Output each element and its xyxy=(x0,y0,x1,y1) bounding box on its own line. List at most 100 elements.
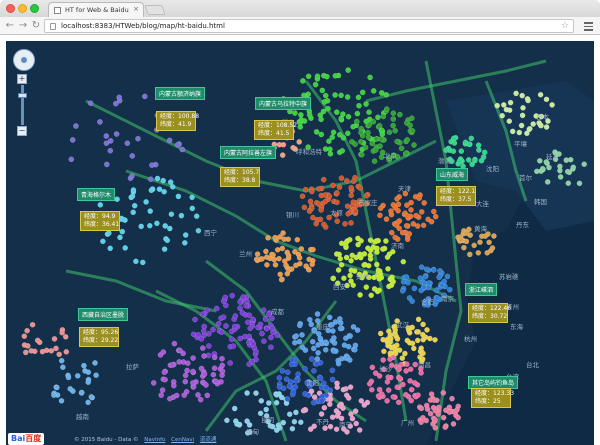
zoom-control: + − xyxy=(17,74,27,138)
station-dot xyxy=(203,382,209,388)
station-dot xyxy=(410,345,417,352)
close-window-button[interactable] xyxy=(6,4,15,13)
map-place-name: 广州 xyxy=(401,419,414,427)
station-dot xyxy=(299,332,305,338)
station-dot xyxy=(97,119,103,125)
coordinate-label: 经度： xyxy=(472,305,491,312)
station-dot xyxy=(381,348,387,355)
station-dot xyxy=(313,129,320,135)
baidu-map[interactable]: 渤海黄海东海苏岩礁韩国首尔平壤日本不丹缅甸越南台湾台北济州呼和浩特北京天津太原石… xyxy=(6,41,594,445)
station-dot xyxy=(162,376,168,383)
station-dot xyxy=(269,315,275,322)
station-dot xyxy=(169,362,176,368)
station-dot xyxy=(150,380,157,386)
station-dot xyxy=(372,370,379,376)
region-label[interactable]: 西藏自治区墨脱 xyxy=(78,308,129,321)
station-dot xyxy=(309,188,315,195)
region-label[interactable]: 内蒙古额济纳旗 xyxy=(155,87,206,100)
address-bar[interactable]: localhost:8383/HTWeb/blog/map/ht-baidu.h… xyxy=(44,19,574,33)
station-dot xyxy=(427,410,434,417)
station-dot xyxy=(28,347,35,354)
bookmark-star-icon[interactable]: ☆ xyxy=(561,20,569,32)
region-label[interactable]: 山东威海 xyxy=(436,168,469,181)
zoom-slider[interactable] xyxy=(17,85,27,125)
station-dot xyxy=(354,110,361,117)
station-dot xyxy=(408,386,415,393)
browser-tab[interactable]: HT for Web & Baidu × xyxy=(48,2,144,17)
station-dot xyxy=(437,267,443,274)
station-dot xyxy=(318,131,325,138)
map-place-name: 苏岩礁 xyxy=(499,273,519,281)
map-place-name: 沈阳 xyxy=(486,165,499,173)
station-dot xyxy=(400,381,406,388)
forward-button[interactable]: → xyxy=(17,19,29,32)
copyright-link-cennavi[interactable]: CenNavi xyxy=(171,437,194,443)
station-dot xyxy=(264,261,270,268)
station-dot xyxy=(489,245,496,251)
station-dot xyxy=(462,139,469,146)
region-label[interactable]: 浙江嵊泗 xyxy=(465,283,498,296)
region-label[interactable]: 青海格尔木 xyxy=(77,188,116,201)
station-dot xyxy=(292,248,298,255)
station-dot xyxy=(386,283,392,290)
coordinate-label: 经度： xyxy=(83,329,102,336)
station-dot xyxy=(418,370,424,376)
station-dot xyxy=(327,146,333,152)
station-dot xyxy=(148,187,155,194)
station-dot xyxy=(384,254,391,260)
station-dot xyxy=(244,418,250,424)
new-tab-button[interactable] xyxy=(144,5,166,15)
maximize-window-button[interactable] xyxy=(30,4,39,13)
station-dot xyxy=(357,292,363,298)
region-label[interactable]: 内蒙古阿拉善左旗 xyxy=(220,146,277,159)
station-dot xyxy=(198,336,205,342)
copyright-link-navinfo[interactable]: NavInfo xyxy=(144,437,165,443)
station-dot xyxy=(289,425,296,432)
station-dot xyxy=(454,406,460,413)
station-dot xyxy=(272,261,279,268)
region-label[interactable]: 内蒙古乌拉特中旗 xyxy=(255,97,312,110)
zoom-in-button[interactable]: + xyxy=(17,74,27,84)
pan-control[interactable] xyxy=(13,49,35,71)
station-dot xyxy=(380,336,386,343)
station-dot xyxy=(349,252,356,259)
station-dot xyxy=(409,298,416,305)
back-button[interactable]: ← xyxy=(4,19,16,32)
station-dot xyxy=(431,397,437,404)
station-dot xyxy=(65,374,72,381)
station-dot xyxy=(190,368,196,375)
station-dot xyxy=(302,186,309,193)
browser-menu-icon[interactable] xyxy=(584,20,594,32)
station-dot xyxy=(164,237,171,244)
longitude-row: 经度：123.33 xyxy=(475,390,514,398)
reload-button[interactable]: ↻ xyxy=(30,19,42,32)
zoom-out-button[interactable]: − xyxy=(17,126,27,136)
map-place-name: 渤海 xyxy=(438,157,451,165)
station-dot xyxy=(373,261,380,268)
station-dot xyxy=(296,338,303,345)
station-dot xyxy=(336,184,343,190)
station-dot xyxy=(411,285,418,292)
station-dot xyxy=(373,136,380,142)
station-dot xyxy=(215,320,222,327)
station-dot xyxy=(345,395,352,401)
map-place-name: 南昌 xyxy=(418,361,431,369)
station-dot xyxy=(398,145,405,152)
station-dot xyxy=(308,356,315,362)
map-place-name: 北京 xyxy=(384,152,397,160)
station-dot xyxy=(170,382,177,389)
minimize-window-button[interactable] xyxy=(18,4,27,13)
station-dot xyxy=(334,384,341,391)
station-dot xyxy=(424,327,430,333)
station-dot xyxy=(413,329,420,335)
station-dot xyxy=(352,208,359,214)
station-dot xyxy=(321,99,328,105)
station-dot xyxy=(466,251,473,258)
station-dot xyxy=(369,364,376,371)
station-dot xyxy=(481,149,488,156)
station-dot xyxy=(253,348,259,355)
zoom-slider-handle[interactable] xyxy=(17,93,27,98)
station-dot xyxy=(456,158,463,164)
tab-close-icon[interactable]: × xyxy=(133,5,139,13)
copyright-link-daodaotong[interactable]: 道道通 xyxy=(200,437,217,443)
